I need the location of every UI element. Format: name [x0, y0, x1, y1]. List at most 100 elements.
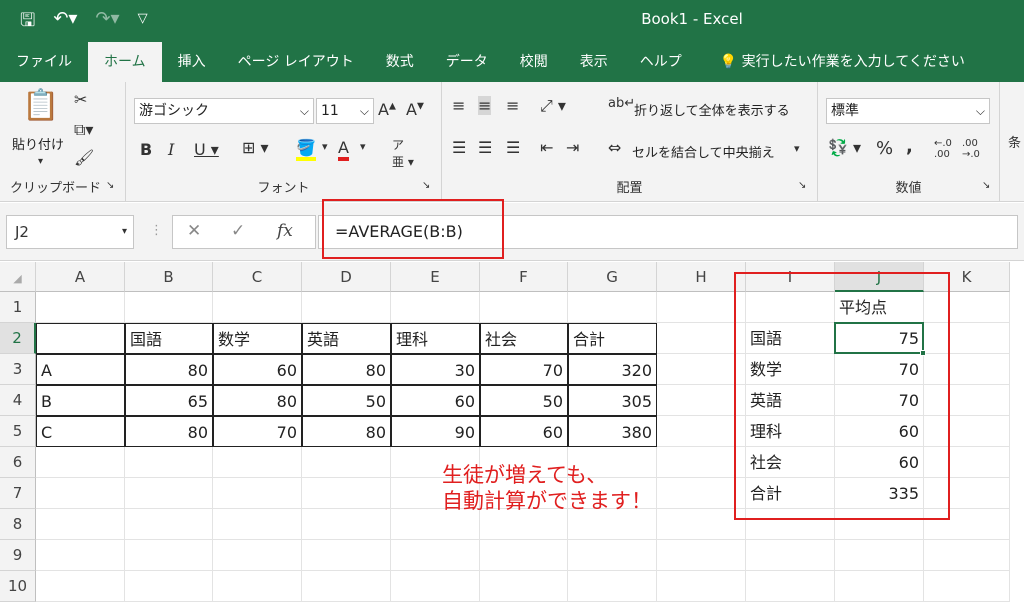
- table-cell[interactable]: 50: [480, 385, 568, 416]
- percent-icon[interactable]: %: [876, 138, 893, 159]
- grid-cell[interactable]: [657, 354, 746, 385]
- align-top-icon[interactable]: ≡: [452, 96, 465, 115]
- grid-cell[interactable]: [568, 292, 657, 323]
- grid-cell[interactable]: [746, 571, 835, 602]
- grid-cell[interactable]: [657, 447, 746, 478]
- column-header-f[interactable]: F: [480, 262, 568, 292]
- grid-cell[interactable]: [657, 571, 746, 602]
- column-header-g[interactable]: G: [568, 262, 657, 292]
- table-cell[interactable]: 90: [391, 416, 480, 447]
- fill-color-icon[interactable]: 🪣: [296, 138, 316, 161]
- grid-cell[interactable]: [302, 447, 391, 478]
- name-box[interactable]: J2 ▾: [6, 215, 134, 249]
- tab-insert[interactable]: 挿入: [162, 42, 222, 82]
- grid-cell[interactable]: [302, 509, 391, 540]
- row-header-7[interactable]: 7: [0, 478, 36, 509]
- grid-cell[interactable]: [302, 292, 391, 323]
- row-header-8[interactable]: 8: [0, 509, 36, 540]
- copy-icon[interactable]: ⧉▾: [74, 120, 93, 140]
- grid-cell[interactable]: [125, 571, 213, 602]
- grid-cell[interactable]: [480, 292, 568, 323]
- grid-cell[interactable]: [36, 447, 125, 478]
- grid-cell[interactable]: [657, 416, 746, 447]
- accounting-format-icon[interactable]: 💱 ▾: [828, 138, 861, 157]
- grid-cell[interactable]: [657, 385, 746, 416]
- table-cell[interactable]: 305: [568, 385, 657, 416]
- phonetic-icon[interactable]: ア亜 ▾: [392, 136, 414, 170]
- underline-icon[interactable]: U ▾: [194, 140, 219, 159]
- paste-dropdown-icon[interactable]: ▾: [38, 156, 43, 167]
- font-color-icon[interactable]: A: [338, 138, 349, 161]
- increase-indent-icon[interactable]: ⇥: [566, 138, 579, 157]
- table-header-cell[interactable]: 国語: [125, 323, 213, 354]
- row-header-2[interactable]: 2: [0, 323, 36, 354]
- grid-cell[interactable]: [36, 571, 125, 602]
- decrease-indent-icon[interactable]: ⇤: [540, 138, 553, 157]
- grid-cell[interactable]: [125, 447, 213, 478]
- tab-page-layout[interactable]: ページ レイアウト: [222, 42, 370, 82]
- grid-cell[interactable]: [746, 540, 835, 571]
- grid-cell[interactable]: [125, 540, 213, 571]
- table-cell[interactable]: B: [36, 385, 125, 416]
- grid-cell[interactable]: [125, 509, 213, 540]
- cut-icon[interactable]: ✂: [74, 90, 87, 109]
- font-color-dropdown-icon[interactable]: ▾: [360, 140, 366, 153]
- row-header-4[interactable]: 4: [0, 385, 36, 416]
- grid-cell[interactable]: [213, 447, 302, 478]
- table-cell[interactable]: A: [36, 354, 125, 385]
- merge-center-button[interactable]: セルを結合して中央揃え: [632, 142, 775, 161]
- table-cell[interactable]: 80: [302, 354, 391, 385]
- grid-cell[interactable]: [657, 540, 746, 571]
- grid-cell[interactable]: [391, 571, 480, 602]
- fill-dropdown-icon[interactable]: ▾: [322, 140, 328, 153]
- table-cell[interactable]: 80: [125, 354, 213, 385]
- grid-cell[interactable]: [36, 478, 125, 509]
- grid-cell[interactable]: [213, 540, 302, 571]
- align-middle-icon[interactable]: ≡: [478, 96, 492, 115]
- table-cell[interactable]: 380: [568, 416, 657, 447]
- alignment-launcher-icon[interactable]: ↘: [798, 180, 806, 191]
- enter-icon[interactable]: ✓: [231, 221, 245, 241]
- insert-function-icon[interactable]: fx: [277, 221, 293, 241]
- grid-cell[interactable]: [480, 540, 568, 571]
- grid-cell[interactable]: [391, 292, 480, 323]
- conditional-format-partial-icon[interactable]: 条: [1008, 132, 1021, 151]
- bold-icon[interactable]: B: [140, 140, 152, 159]
- tab-file[interactable]: ファイル: [0, 42, 88, 82]
- grid-cell[interactable]: [657, 292, 746, 323]
- table-cell[interactable]: 60: [391, 385, 480, 416]
- cancel-icon[interactable]: ✕: [187, 221, 201, 241]
- tab-view[interactable]: 表示: [564, 42, 624, 82]
- table-header-cell[interactable]: [36, 323, 125, 354]
- decrease-font-icon[interactable]: A▼: [406, 100, 424, 119]
- wrap-text-button[interactable]: 折り返して全体を表示する: [634, 100, 790, 119]
- grid-cell[interactable]: [125, 478, 213, 509]
- align-left-icon[interactable]: ☰: [452, 138, 466, 157]
- tab-review[interactable]: 校閲: [504, 42, 564, 82]
- merge-dropdown-icon[interactable]: ▾: [794, 142, 800, 155]
- tab-help[interactable]: ヘルプ: [624, 42, 698, 82]
- table-header-cell[interactable]: 英語: [302, 323, 391, 354]
- grid-cell[interactable]: [302, 478, 391, 509]
- table-cell[interactable]: 70: [480, 354, 568, 385]
- increase-decimal-icon[interactable]: ←.0.00: [934, 138, 952, 160]
- grid-cell[interactable]: [213, 509, 302, 540]
- tab-formulas[interactable]: 数式: [370, 42, 430, 82]
- column-header-e[interactable]: E: [391, 262, 480, 292]
- column-header-c[interactable]: C: [213, 262, 302, 292]
- tell-me-box[interactable]: 💡 実行したい作業を入力してください: [698, 42, 965, 82]
- align-right-icon[interactable]: ☰: [506, 138, 520, 157]
- number-launcher-icon[interactable]: ↘: [982, 180, 990, 191]
- table-cell[interactable]: 70: [213, 416, 302, 447]
- row-header-5[interactable]: 5: [0, 416, 36, 447]
- align-center-icon[interactable]: ☰: [478, 138, 492, 157]
- tab-data[interactable]: データ: [430, 42, 504, 82]
- grid-cell[interactable]: [213, 292, 302, 323]
- table-cell[interactable]: 320: [568, 354, 657, 385]
- name-box-dropdown-icon[interactable]: ▾: [122, 216, 127, 248]
- table-cell[interactable]: 80: [125, 416, 213, 447]
- italic-icon[interactable]: I: [168, 140, 174, 159]
- comma-style-icon[interactable]: ,: [906, 136, 913, 157]
- table-cell[interactable]: C: [36, 416, 125, 447]
- grid-cell[interactable]: [302, 540, 391, 571]
